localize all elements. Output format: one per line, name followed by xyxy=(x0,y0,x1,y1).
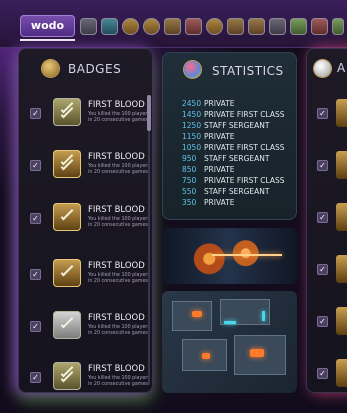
card-icon[interactable] xyxy=(332,18,344,35)
checkbox-checked[interactable]: ✓ xyxy=(317,212,328,223)
coin-icon-2[interactable] xyxy=(143,18,160,35)
medal-icon[interactable] xyxy=(206,18,223,35)
gear-icon[interactable] xyxy=(101,18,118,35)
right-panel-title: A xyxy=(337,61,346,75)
checkbox-checked[interactable]: ✓ xyxy=(317,160,328,171)
checkbox-checked[interactable]: ✓ xyxy=(30,108,41,119)
badge-chevron-icon xyxy=(53,203,81,231)
stat-row: 350 PRIVATE xyxy=(182,198,235,207)
gamepad-icon[interactable] xyxy=(269,18,286,35)
badge-item[interactable]: ✓ FIRST BLOOD You killed the 100 players… xyxy=(26,255,150,297)
badge-name: FIRST BLOOD xyxy=(88,152,145,162)
badge-wings-icon xyxy=(53,259,81,287)
badge-name: FIRST BLOOD xyxy=(88,100,145,110)
badges-title: BADGES xyxy=(68,62,122,76)
checkbox-checked[interactable]: ✓ xyxy=(30,372,41,383)
stat-row: 1450 PRIVATE FIRST CLASS xyxy=(182,110,285,119)
badge-description: You killed the 100 players in 20 consecu… xyxy=(88,376,150,387)
controller-icon[interactable] xyxy=(290,18,307,35)
checkbox-checked[interactable]: ✓ xyxy=(30,160,41,171)
badge-name: FIRST BLOOD xyxy=(88,261,145,271)
badge-icon xyxy=(336,359,347,387)
badge-item[interactable]: ✓ FIRST BLOOD You killed the 100 players… xyxy=(26,199,150,241)
badge-item[interactable]: ✓ FIRST BLOOD You killed the 100 players… xyxy=(26,358,150,400)
badge-description: You killed the 100 players in 20 consecu… xyxy=(88,273,150,284)
stat-row: 2450 PRIVATE xyxy=(182,99,235,108)
wodo-logo[interactable]: wodo xyxy=(20,15,75,37)
space-battle-thumbnail[interactable] xyxy=(162,228,297,284)
drum-icon[interactable] xyxy=(185,18,202,35)
checkbox-checked[interactable]: ✓ xyxy=(317,316,328,327)
shield-icon[interactable] xyxy=(164,18,181,35)
badge-item[interactable]: ✓ FIRST BLOOD You killed the 100 players… xyxy=(26,94,150,136)
statistics-title: STATISTICS xyxy=(212,64,284,78)
shield-icon xyxy=(314,60,331,77)
badge-name: FIRST BLOOD xyxy=(88,205,145,215)
trophy-icon[interactable] xyxy=(227,18,244,35)
badge-description: You killed the 100 players in 20 consecu… xyxy=(88,112,150,123)
stat-row: 1050 PRIVATE FIRST CLASS xyxy=(182,143,285,152)
badge-description: You killed the 100 players in 20 consecu… xyxy=(88,217,150,228)
badges-scrollbar-thumb[interactable] xyxy=(147,95,151,131)
badge-description: You killed the 100 players in 20 consecu… xyxy=(88,164,150,175)
checkbox-checked[interactable]: ✓ xyxy=(30,269,41,280)
stat-row: 950 STAFF SERGEANT xyxy=(182,154,270,163)
badges-scrollbar-track[interactable] xyxy=(148,95,150,385)
badge-medal-icon xyxy=(42,60,59,77)
badge-description: You killed the 100 players in 20 consecu… xyxy=(88,325,150,336)
id-card-icon[interactable] xyxy=(80,18,97,35)
isometric-base-thumbnail[interactable] xyxy=(162,291,297,393)
stat-row: 1150 PRIVATE xyxy=(182,132,235,141)
checkbox-checked[interactable]: ✓ xyxy=(317,108,328,119)
badge-wings-icon xyxy=(53,311,81,339)
badge-icon xyxy=(336,99,347,127)
badge-icon xyxy=(336,151,347,179)
badge-icon xyxy=(336,307,347,335)
badge-chevron-icon xyxy=(53,362,81,390)
badge-name: FIRST BLOOD xyxy=(88,364,145,374)
badge-item[interactable]: ✓ FIRST BLOOD You killed the 100 players… xyxy=(26,307,150,349)
checkbox-checked[interactable]: ✓ xyxy=(317,264,328,275)
stat-row: 850 PRIVATE xyxy=(182,165,235,174)
checkbox-checked[interactable]: ✓ xyxy=(30,213,41,224)
tile-icon[interactable] xyxy=(311,18,328,35)
stat-row: 750 PRIVATE FIRST CLASS xyxy=(182,176,285,185)
badge-icon xyxy=(336,203,347,231)
stat-row: 550 STAFF SERGEANT xyxy=(182,187,270,196)
top-navigation-bar: wodo xyxy=(0,0,347,48)
chest-icon[interactable] xyxy=(248,18,265,35)
badge-item[interactable]: ✓ FIRST BLOOD You killed the 100 players… xyxy=(26,146,150,188)
badge-icon xyxy=(336,255,347,283)
badge-chevron-icon xyxy=(53,150,81,178)
checkbox-checked[interactable]: ✓ xyxy=(317,368,328,379)
coin-icon[interactable] xyxy=(122,18,139,35)
active-tab-underline xyxy=(20,39,75,41)
checkbox-checked[interactable]: ✓ xyxy=(30,321,41,332)
badge-chevron-icon xyxy=(53,98,81,126)
stat-row: 1250 STAFF SERGEANT xyxy=(182,121,270,130)
badge-name: FIRST BLOOD xyxy=(88,313,145,323)
statistics-chart-icon xyxy=(184,61,201,78)
